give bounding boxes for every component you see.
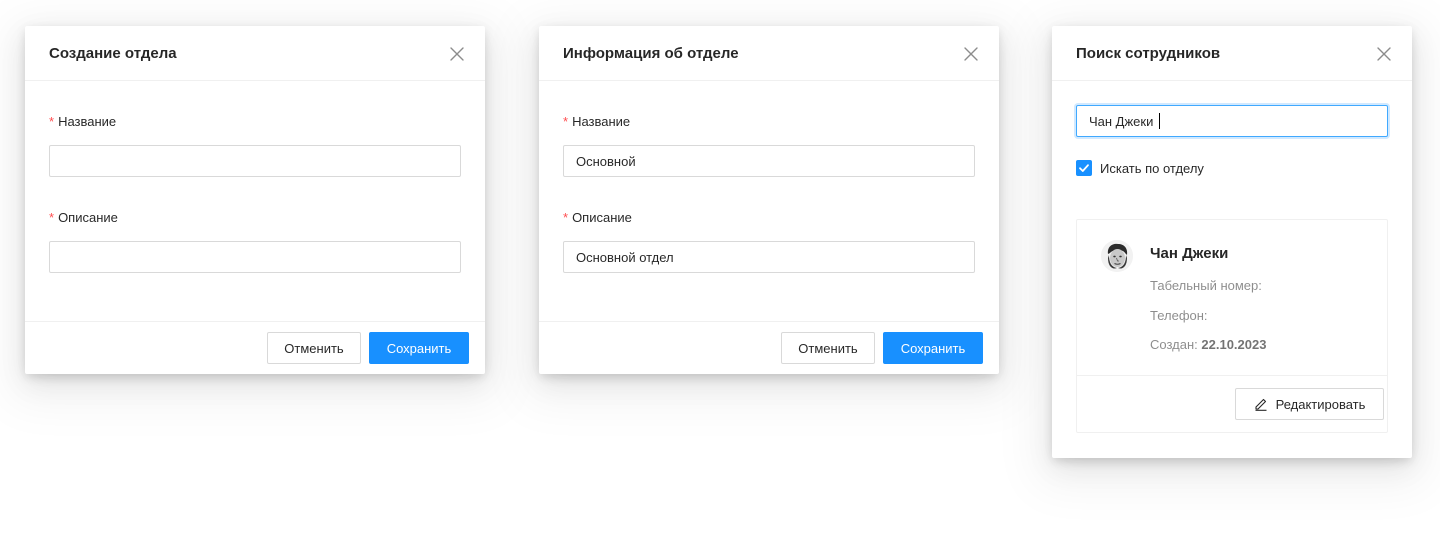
- created-info: Создан: 22.10.2023: [1150, 337, 1266, 353]
- name-label: * Название: [49, 114, 117, 129]
- name-input[interactable]: [49, 145, 461, 177]
- save-button[interactable]: Сохранить: [369, 332, 469, 364]
- close-icon[interactable]: [1376, 46, 1392, 62]
- description-label: * Описание: [563, 210, 632, 225]
- department-info-modal: Информация об отделе *Название *Описание…: [539, 26, 999, 374]
- description-input[interactable]: [49, 241, 461, 273]
- create-department-modal: Создание отдела * Название * Описание Отме…: [25, 26, 485, 374]
- description-input[interactable]: [563, 241, 975, 273]
- edit-label: Редактировать: [1275, 396, 1366, 412]
- phone-label: Телефон:: [1150, 308, 1208, 323]
- modal-footer: Отменить Сохранить: [539, 321, 999, 374]
- avatar: [1101, 240, 1133, 272]
- created-date: 22.10.2023: [1201, 337, 1267, 352]
- checkbox-checked-icon[interactable]: [1076, 160, 1092, 176]
- edit-button[interactable]: Редактировать: [1235, 388, 1384, 420]
- edit-icon: [1255, 398, 1267, 411]
- employee-name: Чан Джеки: [1150, 245, 1229, 262]
- modal-header: Информация об отделе: [539, 26, 999, 81]
- cancel-button[interactable]: Отменить: [781, 332, 875, 364]
- modal-footer: Отменить Сохранить: [25, 321, 485, 374]
- required-mark: *: [49, 210, 55, 225]
- checkbox-label: Искать по отделу: [1100, 160, 1204, 176]
- modal-title: Информация об отделе: [563, 45, 739, 62]
- modal-title: Создание отдела: [49, 45, 177, 62]
- close-icon[interactable]: [963, 46, 979, 62]
- personnel-number-label: Табельный номер:: [1150, 278, 1262, 293]
- description-label: * Описание: [49, 210, 118, 225]
- employee-card: Чан Джеки Табельный номер: Телефон: Созд…: [1076, 219, 1388, 433]
- required-mark: *: [49, 114, 55, 129]
- modal-title: Поиск сотрудников: [1076, 45, 1221, 62]
- modal-header: Создание отдела: [25, 26, 485, 81]
- employee-search-modal: Поиск сотрудников Чан Джеки Искать по от…: [1052, 26, 1412, 458]
- required-mark: *: [563, 210, 569, 225]
- close-icon[interactable]: [449, 46, 465, 62]
- required-mark: *: [563, 114, 569, 129]
- name-label: * Название: [563, 114, 631, 129]
- search-query: Чан Джеки: [1089, 113, 1154, 129]
- cancel-button[interactable]: Отменить: [267, 332, 361, 364]
- search-input[interactable]: Чан Джеки: [1076, 105, 1388, 137]
- modal-header: Поиск сотрудников: [1052, 26, 1412, 81]
- text-cursor: [1159, 113, 1161, 129]
- card-actions: Редактировать: [1077, 375, 1387, 433]
- created-label: Создан:: [1150, 337, 1198, 352]
- search-by-department-checkbox[interactable]: Искать по отделу: [1076, 159, 1204, 177]
- name-input[interactable]: [563, 145, 975, 177]
- save-button[interactable]: Сохранить: [883, 332, 983, 364]
